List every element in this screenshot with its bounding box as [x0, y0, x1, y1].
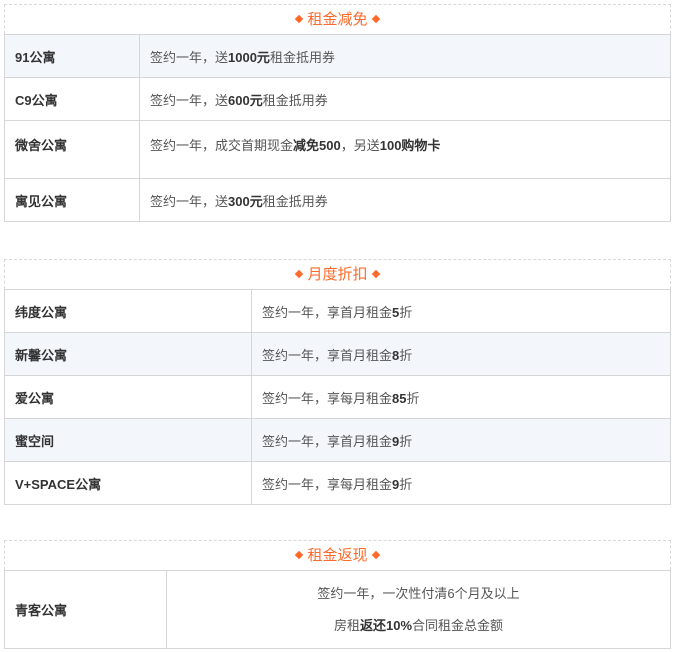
diamond-icon	[371, 269, 380, 279]
rent-cashback-section: 租金返现 青客公寓 签约一年，一次性付清6个月及以上 房租返还10%合同租金总金…	[4, 540, 671, 649]
offer-description: 签约一年，成交首期现金减免500，另送100购物卡	[139, 120, 671, 179]
table-row: 青客公寓 签约一年，一次性付清6个月及以上 房租返还10%合同租金总金额	[4, 570, 671, 649]
apartment-name: 纬度公寓	[4, 289, 252, 333]
table-row: 寓见公寓 签约一年，送300元租金抵用券	[4, 178, 671, 222]
section-header: 租金返现	[4, 540, 671, 570]
offer-description: 签约一年，送300元租金抵用券	[139, 178, 671, 222]
section-title: 租金返现	[307, 547, 368, 564]
offer-description: 签约一年，送1000元租金抵用券	[139, 34, 671, 78]
offer-description: 签约一年，享首月租金8折	[251, 332, 671, 376]
offer-table: 青客公寓 签约一年，一次性付清6个月及以上 房租返还10%合同租金总金额	[4, 570, 671, 649]
diamond-icon	[295, 269, 304, 279]
offer-line: 签约一年，一次性付清6个月及以上	[317, 585, 520, 601]
table-row: C9公寓 签约一年，送600元租金抵用券	[4, 77, 671, 121]
diamond-icon	[371, 14, 380, 24]
table-row: 91公寓 签约一年，送1000元租金抵用券	[4, 34, 671, 78]
apartment-name: 新馨公寓	[4, 332, 252, 376]
table-row: 爱公寓 签约一年，享每月租金85折	[4, 375, 671, 419]
diamond-icon	[371, 550, 380, 560]
table-row: 蜜空间 签约一年，享首月租金9折	[4, 418, 671, 462]
rent-reduction-section: 租金减免 91公寓 签约一年，送1000元租金抵用券 C9公寓 签约一年，送60…	[4, 4, 671, 222]
table-row: 新馨公寓 签约一年，享首月租金8折	[4, 332, 671, 376]
offer-table: 91公寓 签约一年，送1000元租金抵用券 C9公寓 签约一年，送600元租金抵…	[4, 34, 671, 222]
apartment-name: V+SPACE公寓	[4, 461, 252, 505]
apartment-name: 微舍公寓	[4, 120, 140, 179]
monthly-discount-section: 月度折扣 纬度公寓 签约一年，享首月租金5折 新馨公寓 签约一年，享首月租金8折…	[4, 259, 671, 505]
apartment-name: 91公寓	[4, 34, 140, 78]
offer-table: 纬度公寓 签约一年，享首月租金5折 新馨公寓 签约一年，享首月租金8折 爱公寓 …	[4, 289, 671, 505]
table-row: V+SPACE公寓 签约一年，享每月租金9折	[4, 461, 671, 505]
offer-description: 签约一年，享每月租金9折	[251, 461, 671, 505]
apartment-name: C9公寓	[4, 77, 140, 121]
section-title: 月度折扣	[307, 266, 368, 283]
offer-line: 房租返还10%合同租金总金额	[333, 617, 504, 633]
apartment-name: 爱公寓	[4, 375, 252, 419]
offer-description: 签约一年，享首月租金9折	[251, 418, 671, 462]
apartment-name: 寓见公寓	[4, 178, 140, 222]
offer-description: 签约一年，享首月租金5折	[251, 289, 671, 333]
offer-description: 签约一年，送600元租金抵用券	[139, 77, 671, 121]
apartment-name: 蜜空间	[4, 418, 252, 462]
offer-description: 签约一年，享每月租金85折	[251, 375, 671, 419]
table-row: 微舍公寓 签约一年，成交首期现金减免500，另送100购物卡	[4, 120, 671, 179]
section-header: 月度折扣	[4, 259, 671, 289]
section-header: 租金减免	[4, 4, 671, 34]
section-title: 租金减免	[307, 11, 368, 28]
apartment-name: 青客公寓	[4, 570, 167, 649]
table-row: 纬度公寓 签约一年，享首月租金5折	[4, 289, 671, 333]
offer-description: 签约一年，一次性付清6个月及以上 房租返还10%合同租金总金额	[166, 570, 671, 649]
diamond-icon	[295, 550, 304, 560]
diamond-icon	[295, 14, 304, 24]
